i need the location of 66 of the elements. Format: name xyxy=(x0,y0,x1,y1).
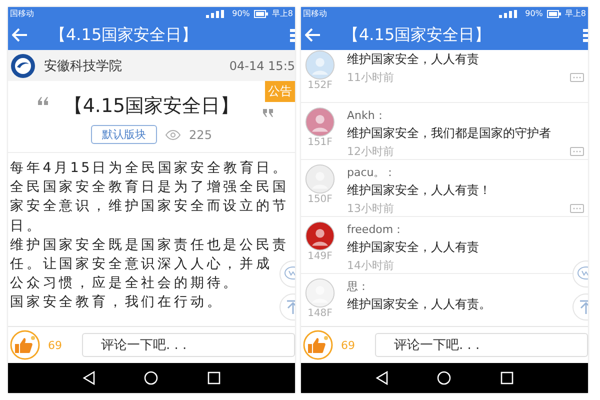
comment-time: 14小时前 xyxy=(347,258,394,273)
comment-text: 维护国家安全，人人有责。 xyxy=(347,296,491,313)
like-count: 69 xyxy=(341,338,356,352)
body-text-line: 全民国家安全教育日是为了增强全民国 xyxy=(10,178,289,198)
body-text-line: 国家安全教育，我们在行动。 xyxy=(10,293,224,312)
avatar xyxy=(305,278,335,308)
recents-nav-icon[interactable] xyxy=(206,371,221,385)
page-title: 【4.15国家安全日】 xyxy=(343,24,491,46)
avatar xyxy=(305,164,335,194)
avatar xyxy=(305,50,335,80)
comment-time: 11小时前 xyxy=(347,70,394,85)
status-time: 早上8 xyxy=(272,8,293,19)
floor-number: 150F xyxy=(308,194,332,205)
body-text-line: 家安全意识，维护国家安全而设立的节 xyxy=(10,197,289,216)
floor-number: 151F xyxy=(308,137,332,148)
menu-icon[interactable] xyxy=(583,28,588,42)
quote-icon xyxy=(38,97,48,105)
back-nav-icon[interactable] xyxy=(82,371,96,385)
comment-text: 维护国家安全，人人有责！ xyxy=(347,182,491,199)
menu-icon[interactable] xyxy=(290,28,295,42)
commenter-name: Ankh： xyxy=(347,108,386,123)
body-text-line: 每年4月15日为全民国家安全教育日。 xyxy=(10,159,289,178)
body-text-line: 任。让国家安全意识深入人心，并成 xyxy=(10,255,272,274)
status-time: 早上8 xyxy=(564,8,586,19)
body-text-line: 公众习惯，应是全社会的期待。 xyxy=(10,274,240,294)
view-count: 225 xyxy=(189,128,212,142)
comment-time: 12小时前 xyxy=(347,144,394,159)
like-icon[interactable] xyxy=(10,330,40,360)
body-text-line: 日。 xyxy=(10,216,43,236)
author-name: 安徽科技学院 xyxy=(44,58,122,74)
back-icon[interactable] xyxy=(12,28,28,42)
comment-text: 维护国家安全，我们都是国家的守护者 xyxy=(347,125,551,142)
comment-time: 13小时前 xyxy=(347,201,394,216)
eye-icon xyxy=(165,130,182,140)
post-time: 04-14 15:5 xyxy=(229,58,295,72)
floor-number: 152F xyxy=(308,80,332,91)
quote-icon xyxy=(263,109,273,117)
carrier-name: 国移动 xyxy=(303,8,327,19)
home-nav-icon[interactable] xyxy=(144,371,158,385)
page-title: 【4.15国家安全日】 xyxy=(50,24,198,46)
article-title: 【4.15国家安全日】 xyxy=(64,94,240,119)
carrier-name: 国移动 xyxy=(10,8,34,19)
home-nav-icon[interactable] xyxy=(437,371,452,385)
commenter-name: 思： xyxy=(347,279,369,294)
avatar xyxy=(305,221,335,251)
recents-nav-icon[interactable] xyxy=(500,371,514,385)
body-text-line: 维护国家安全既是国家责任也是公民责 xyxy=(10,236,289,255)
back-icon[interactable] xyxy=(305,28,321,42)
category-tag[interactable]: 默认版块 xyxy=(91,125,158,144)
comment-text: 维护国家安全，人人有责 xyxy=(347,51,479,68)
battery-icon xyxy=(254,10,268,18)
battery-level: 90% xyxy=(232,9,250,18)
avatar xyxy=(305,107,335,137)
back-nav-icon[interactable] xyxy=(375,371,390,385)
floor-number: 148F xyxy=(308,308,332,319)
comment-field[interactable]: 评论一下吧. . . xyxy=(375,333,588,357)
like-icon[interactable] xyxy=(303,330,333,360)
commenter-name: freedom： xyxy=(347,222,404,237)
battery-level: 90% xyxy=(525,9,543,18)
comment-text: 维护国家安全，人人有责 xyxy=(347,239,479,256)
notice-tag: 公告 xyxy=(265,81,295,102)
commenter-name: pacu。： xyxy=(347,165,396,180)
comment-field[interactable]: 评论一下吧. . . xyxy=(82,333,295,357)
battery-icon xyxy=(546,10,561,18)
like-count: 69 xyxy=(48,338,63,352)
floor-number: 149F xyxy=(308,251,332,262)
